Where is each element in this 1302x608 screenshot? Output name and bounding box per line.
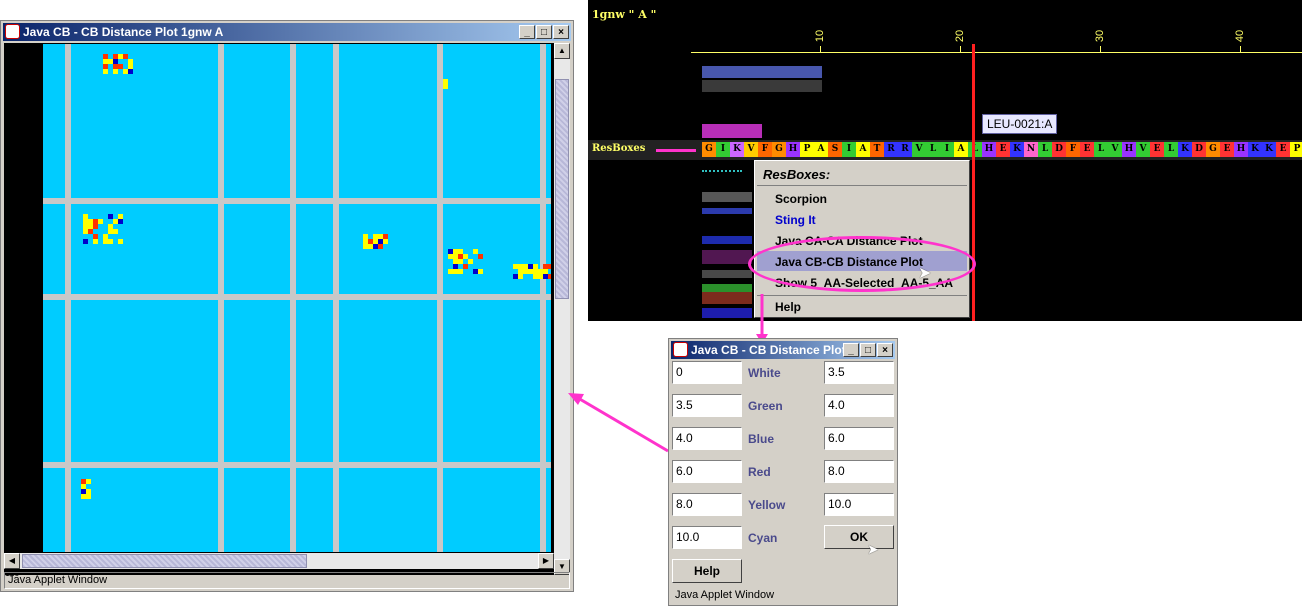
color-label: Blue bbox=[748, 432, 775, 446]
range-min-input[interactable]: 10.0 bbox=[672, 526, 742, 549]
color-label: Red bbox=[748, 465, 771, 479]
color-label: White bbox=[748, 366, 781, 380]
dialog-titlebar[interactable]: Java CB - CB Distance Plot _ □ × bbox=[671, 341, 895, 359]
help-button[interactable]: Help bbox=[672, 559, 742, 583]
range-max-input[interactable]: 4.0 bbox=[824, 394, 894, 417]
java-app-icon bbox=[673, 342, 688, 357]
range-max-input[interactable]: 8.0 bbox=[824, 460, 894, 483]
arrow-dialog-to-plot bbox=[577, 396, 669, 453]
range-max-input[interactable]: 3.5 bbox=[824, 361, 894, 384]
dialog-status-bar: Java Applet Window bbox=[675, 589, 775, 601]
range-min-input[interactable]: 3.5 bbox=[672, 394, 742, 417]
annotation-arrows bbox=[568, 294, 842, 562]
ok-button[interactable]: OK bbox=[824, 525, 894, 549]
color-label: Green bbox=[748, 399, 783, 413]
color-label: Yellow bbox=[748, 498, 786, 512]
range-min-input[interactable]: 4.0 bbox=[672, 427, 742, 450]
dialog-minimize-button[interactable]: _ bbox=[843, 343, 859, 357]
range-max-input[interactable]: 6.0 bbox=[824, 427, 894, 450]
dialog-maximize-button[interactable]: □ bbox=[860, 343, 876, 357]
color-label: Cyan bbox=[748, 531, 778, 545]
range-min-input[interactable]: 0 bbox=[672, 361, 742, 384]
dialog-close-button[interactable]: × bbox=[877, 343, 893, 357]
range-min-input[interactable]: 6.0 bbox=[672, 460, 742, 483]
dialog-title: Java CB - CB Distance Plot bbox=[691, 343, 846, 357]
ok-cursor-icon: ➤ bbox=[867, 541, 879, 557]
range-min-input[interactable]: 8.0 bbox=[672, 493, 742, 516]
range-max-input[interactable]: 10.0 bbox=[824, 493, 894, 516]
color-range-dialog: Java CB - CB Distance Plot _ □ × 0 White 3… bbox=[668, 338, 898, 606]
